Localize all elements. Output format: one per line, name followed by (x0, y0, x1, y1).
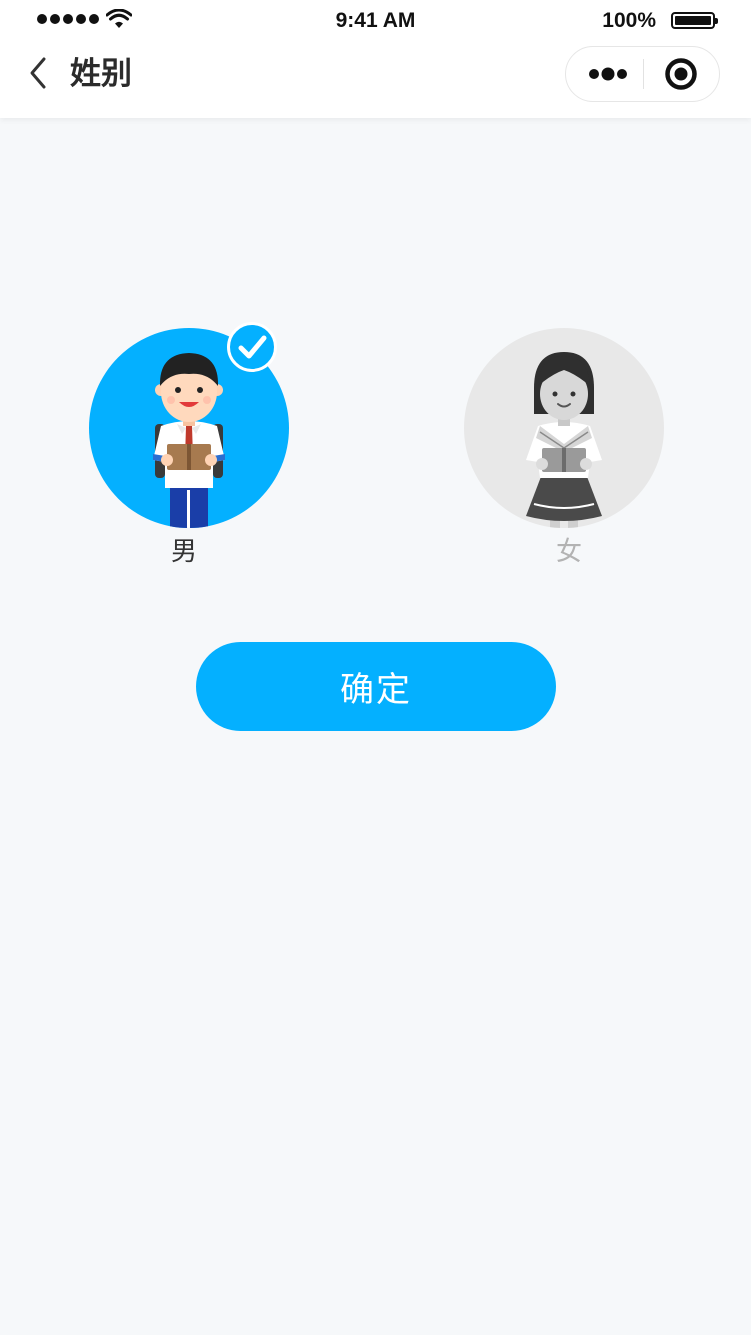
back-button[interactable] (22, 53, 58, 93)
close-button[interactable] (646, 47, 716, 101)
selected-check-icon (227, 322, 277, 372)
capsule-divider (643, 59, 644, 89)
status-bar: 9:41 AM 100% (0, 0, 751, 40)
battery-percentage: 100% (602, 9, 656, 32)
gender-label-male: 男 (170, 537, 197, 567)
navigation-header: 9:41 AM 100% 姓别 (0, 0, 751, 118)
more-button[interactable] (574, 47, 642, 101)
battery-icon (671, 12, 718, 29)
more-dots-icon (589, 67, 627, 81)
girl-student-avatar (464, 328, 664, 528)
gender-option-male[interactable]: 男 (89, 322, 289, 567)
confirm-button[interactable]: 确定 (196, 642, 556, 731)
mini-program-capsule (565, 46, 720, 102)
page-title: 姓别 (70, 56, 132, 92)
gender-option-female[interactable]: 女 (464, 328, 664, 567)
target-circle-icon (665, 58, 697, 90)
gender-label-female: 女 (555, 537, 582, 567)
chevron-left-icon (30, 57, 46, 89)
